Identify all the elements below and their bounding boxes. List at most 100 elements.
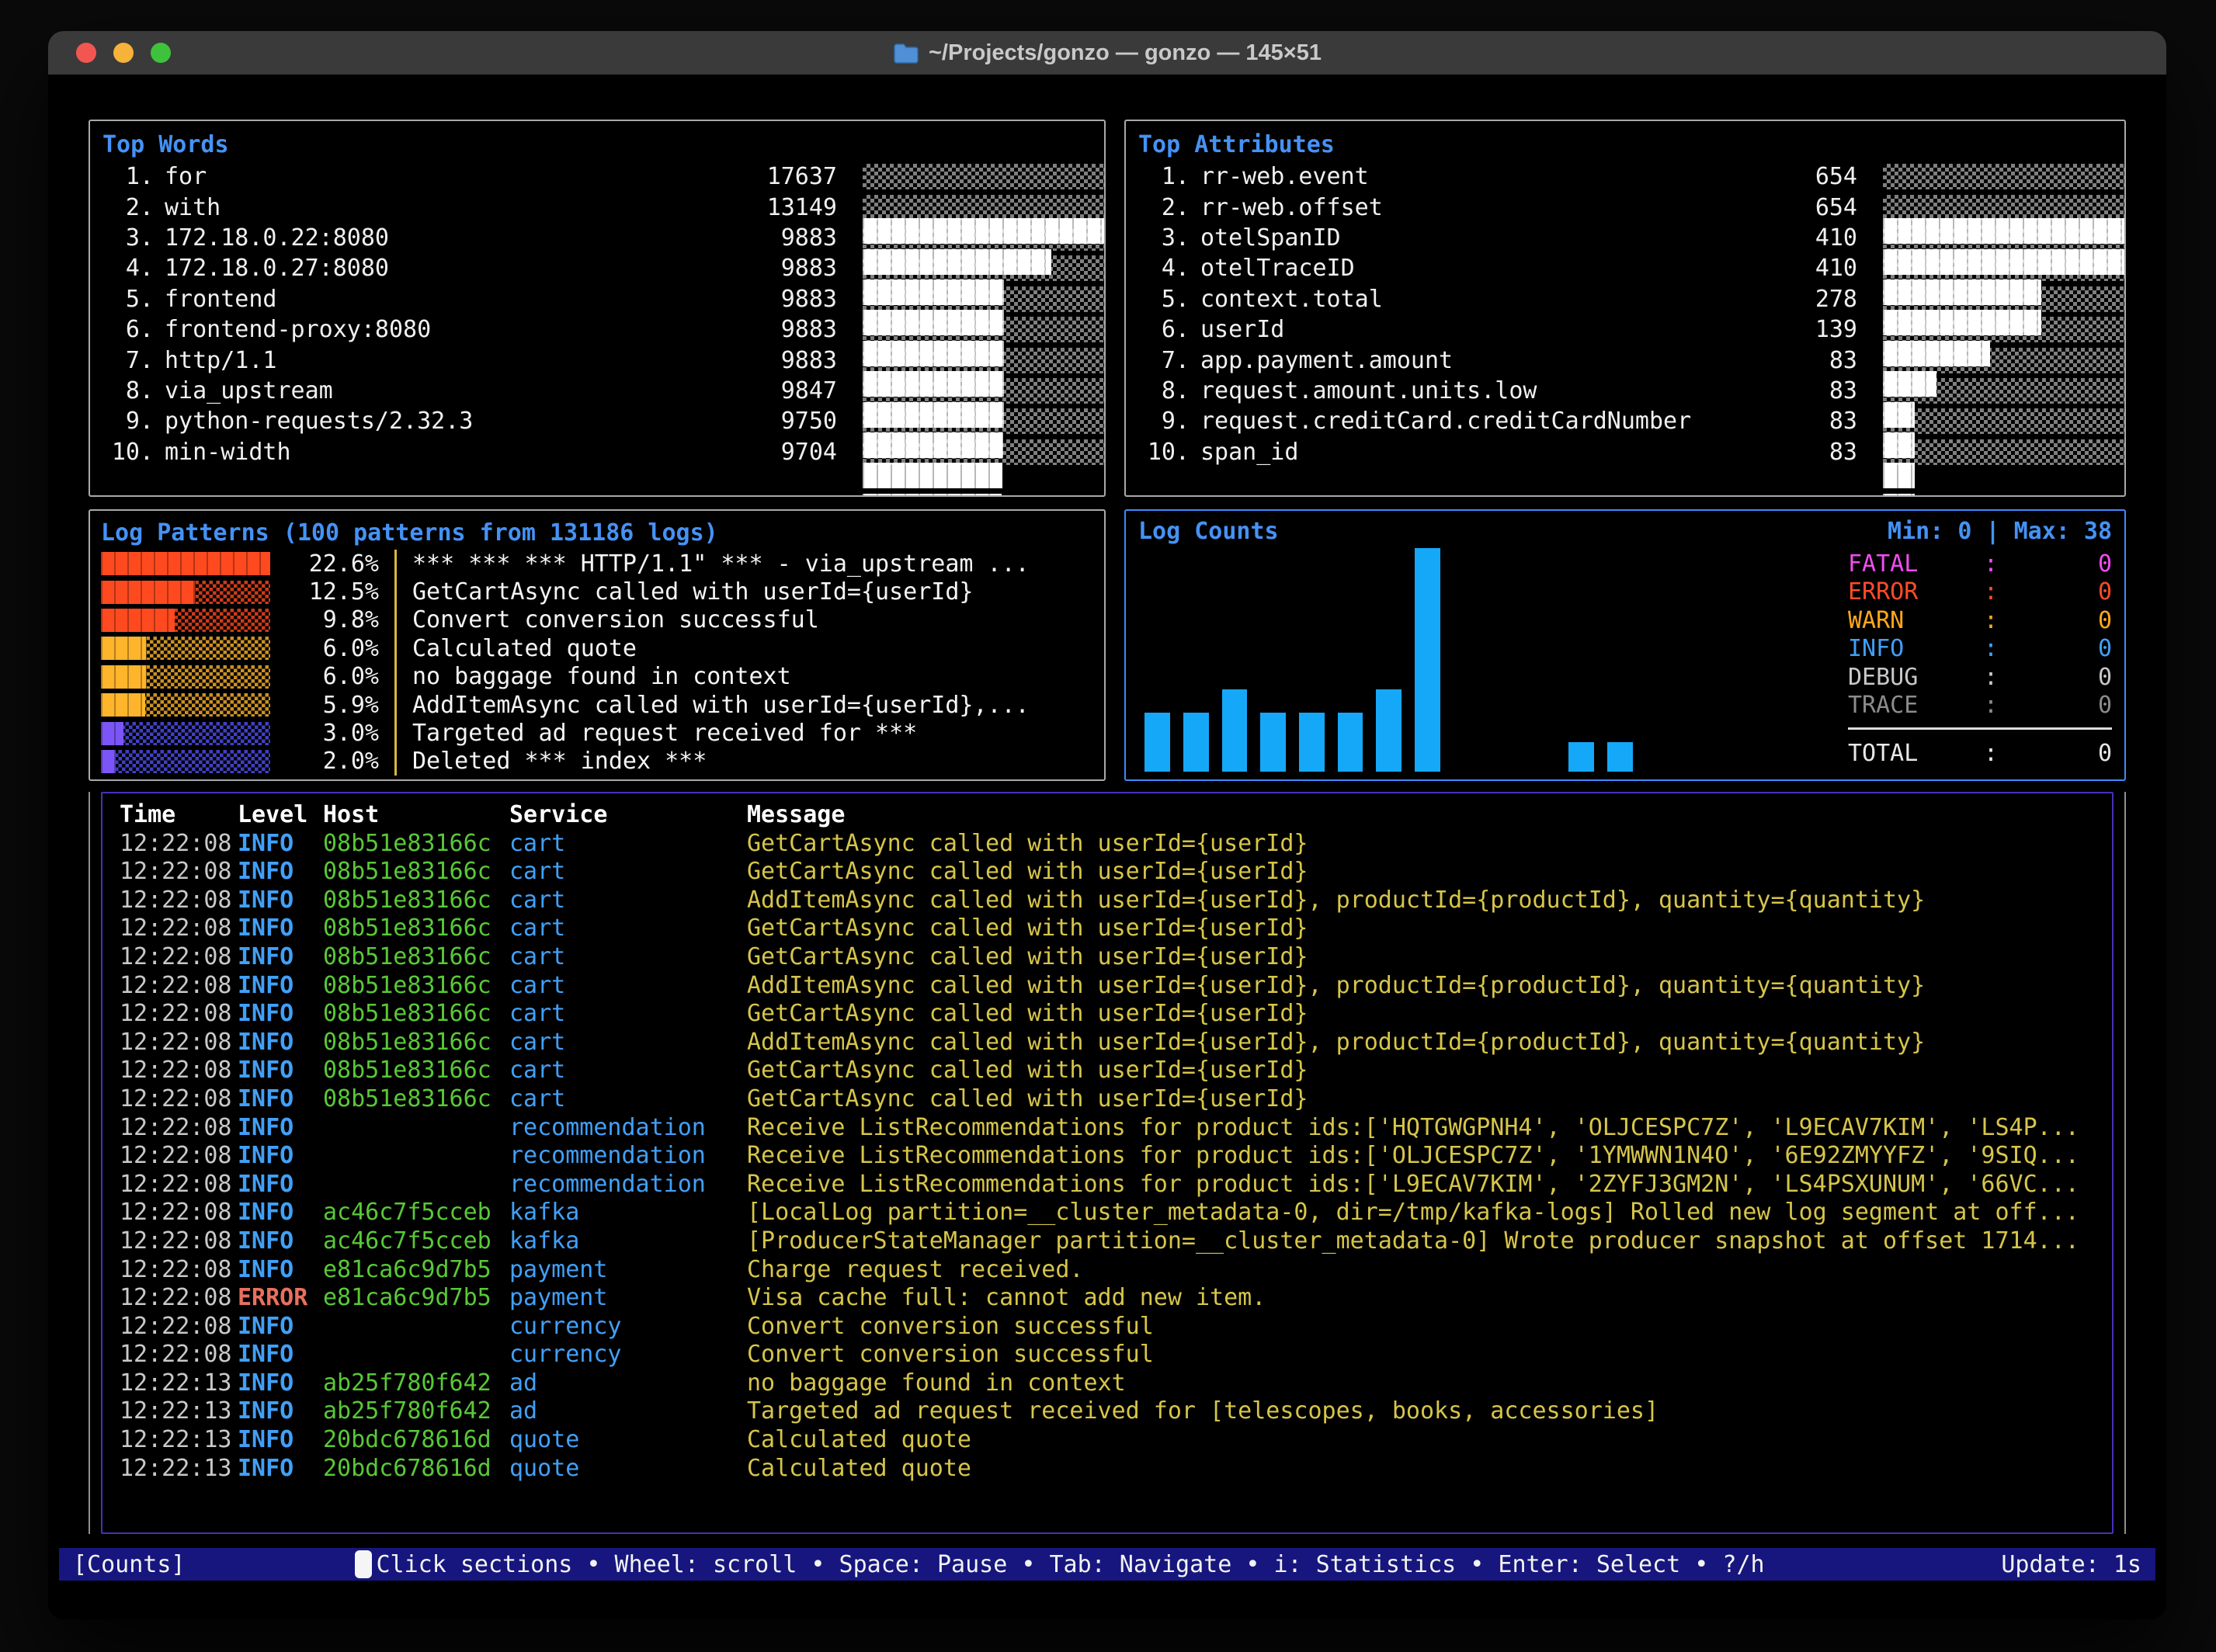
pattern-percent: 2.0%: [270, 748, 394, 775]
log-row[interactable]: 12:22:08 INFO currency Convert conversio…: [120, 1313, 2112, 1341]
chart-bar-slot: [1755, 548, 1794, 772]
log-time: 12:22:08: [120, 1256, 238, 1285]
item-bar: [857, 439, 1092, 465]
pattern-bar-fill: [101, 609, 175, 632]
item-count: 9750: [705, 408, 857, 435]
item-label: context.total: [1200, 286, 1725, 313]
top-words-item: 9. python-requests/2.32.3 9750: [102, 406, 1092, 436]
pattern-percent: 5.9%: [270, 692, 394, 719]
log-row[interactable]: 12:22:08 INFO 08b51e83166c cart GetCartA…: [120, 1000, 2112, 1029]
log-row[interactable]: 12:22:08 INFO currency Convert conversio…: [120, 1341, 2112, 1369]
log-host: 08b51e83166c: [323, 1029, 509, 1057]
legend-colon: :: [1984, 692, 2007, 719]
log-row[interactable]: 12:22:08 INFO 08b51e83166c cart AddItemA…: [120, 887, 2112, 915]
log-row[interactable]: 12:22:08 INFO recommendation Receive Lis…: [120, 1171, 2112, 1199]
log-row[interactable]: 12:22:08 INFO recommendation Receive Lis…: [120, 1114, 2112, 1143]
log-row[interactable]: 12:22:08 INFO ac46c7f5cceb kafka [LocalL…: [120, 1199, 2112, 1227]
log-time: 12:22:08: [120, 1171, 238, 1199]
log-row[interactable]: 12:22:13 INFO 20bdc678616d quote Calcula…: [120, 1455, 2112, 1484]
item-rank: 4.: [102, 255, 154, 282]
pattern-percent: 22.6%: [270, 550, 394, 578]
log-level: INFO: [238, 1227, 323, 1256]
log-service: quote: [509, 1426, 747, 1455]
pattern-row[interactable]: 6.0% Calculated quote: [101, 634, 1093, 662]
chart-bar-slot: [1447, 548, 1485, 772]
top-attributes-item: 2. rr-web.offset 654: [1138, 192, 2112, 222]
log-row[interactable]: 12:22:08 INFO 08b51e83166c cart GetCartA…: [120, 1057, 2112, 1085]
log-host: 08b51e83166c: [323, 1057, 509, 1085]
log-row[interactable]: 12:22:08 INFO e81ca6c9d7b5 payment Charg…: [120, 1256, 2112, 1285]
window-title: ~/Projects/gonzo — gonzo — 145×51: [48, 40, 2166, 66]
log-table-panel[interactable]: Time Level Host Service Message 12:22:08…: [101, 792, 2114, 1534]
log-time: 12:22:08: [120, 1057, 238, 1085]
log-message: GetCartAsync called with userId={userId}: [747, 1085, 2112, 1114]
item-rank: 8.: [1138, 377, 1190, 404]
log-row[interactable]: 12:22:08 ERROR e81ca6c9d7b5 payment Visa…: [120, 1284, 2112, 1313]
legend-colon: :: [1984, 550, 2007, 578]
log-level: INFO: [238, 1057, 323, 1085]
log-row[interactable]: 12:22:08 INFO 08b51e83166c cart GetCartA…: [120, 914, 2112, 943]
log-counts-header: Log Counts Min: 0 | Max: 38: [1138, 515, 2112, 548]
top-attributes-panel[interactable]: Top Attributes 1. rr-web.event 654: [1124, 120, 2126, 497]
log-row[interactable]: 12:22:13 INFO 20bdc678616d quote Calcula…: [120, 1426, 2112, 1455]
pattern-row[interactable]: 2.0% Deleted *** index ***: [101, 748, 1093, 776]
log-row[interactable]: 12:22:13 INFO ab25f780f642 ad Targeted a…: [120, 1397, 2112, 1426]
log-time: 12:22:08: [120, 1313, 238, 1341]
log-row[interactable]: 12:22:13 INFO ab25f780f642 ad no baggage…: [120, 1369, 2112, 1398]
chart-bar: [1376, 689, 1401, 772]
pattern-row[interactable]: 12.5% GetCartAsync called with userId={u…: [101, 578, 1093, 606]
item-count: 410: [1725, 255, 1877, 282]
pattern-row[interactable]: 9.8% Convert conversion successful: [101, 606, 1093, 634]
chart-bar-slot: [1601, 548, 1640, 772]
item-rank: 4.: [1138, 255, 1190, 282]
log-row[interactable]: 12:22:08 INFO 08b51e83166c cart AddItemA…: [120, 972, 2112, 1001]
bar-track: [863, 164, 1106, 189]
log-message: Calculated quote: [747, 1426, 2112, 1455]
pattern-row[interactable]: 5.9% AddItemAsync called with userId={us…: [101, 691, 1093, 719]
log-message: AddItemAsync called with userId={userId}…: [747, 887, 2112, 915]
pattern-row[interactable]: 6.0% no baggage found in context: [101, 663, 1093, 691]
log-row[interactable]: 12:22:08 INFO 08b51e83166c cart AddItemA…: [120, 1029, 2112, 1057]
item-count: 83: [1725, 347, 1877, 374]
log-row[interactable]: 12:22:08 INFO 08b51e83166c cart GetCartA…: [120, 943, 2112, 972]
top-words-item: 3. 172.18.0.22:8080 9883: [102, 223, 1092, 253]
item-count: 83: [1725, 377, 1877, 404]
item-bar: [1877, 286, 2112, 312]
log-level: INFO: [238, 914, 323, 943]
item-rank: 9.: [1138, 408, 1190, 435]
pattern-message: Calculated quote: [412, 635, 637, 662]
item-bar: [857, 408, 1092, 434]
pattern-bar: [101, 637, 270, 660]
log-time: 12:22:08: [120, 1199, 238, 1227]
bar-track: [863, 195, 1106, 220]
log-row[interactable]: 12:22:08 INFO 08b51e83166c cart GetCartA…: [120, 830, 2112, 859]
item-rank: 1.: [102, 163, 154, 190]
total-value: 0: [2007, 740, 2112, 767]
item-count: 17637: [705, 163, 857, 190]
pattern-message: *** *** *** HTTP/1.1" *** - via_upstream…: [412, 550, 1030, 578]
log-row[interactable]: 12:22:08 INFO 08b51e83166c cart GetCartA…: [120, 1085, 2112, 1114]
log-service: kafka: [509, 1199, 747, 1227]
log-host: [323, 1341, 509, 1369]
log-message: GetCartAsync called with userId={userId}: [747, 858, 2112, 887]
item-label: request.amount.units.low: [1200, 377, 1725, 404]
top-words-panel[interactable]: Top Words 1. for 17637: [89, 120, 1106, 497]
pattern-row[interactable]: 22.6% *** *** *** HTTP/1.1" *** - via_up…: [101, 550, 1093, 578]
pattern-row[interactable]: 3.0% Targeted ad request received for **…: [101, 719, 1093, 747]
item-rank: 10.: [102, 439, 154, 466]
log-level: INFO: [238, 1171, 323, 1199]
log-message: Visa cache full: cannot add new item.: [747, 1284, 2112, 1313]
bar-track: [1883, 378, 2126, 404]
log-level: INFO: [238, 1085, 323, 1114]
legend-divider: [1848, 727, 2112, 730]
log-time: 12:22:08: [120, 887, 238, 915]
item-label: frontend-proxy:8080: [165, 316, 705, 343]
log-row[interactable]: 12:22:08 INFO 08b51e83166c cart GetCartA…: [120, 858, 2112, 887]
bar-track: [863, 348, 1106, 373]
item-label: 172.18.0.22:8080: [165, 224, 705, 252]
log-counts-panel[interactable]: Log Counts Min: 0 | Max: 38: [1124, 509, 2126, 781]
log-row[interactable]: 12:22:08 INFO recommendation Receive Lis…: [120, 1142, 2112, 1171]
log-row[interactable]: 12:22:08 INFO ac46c7f5cceb kafka [Produc…: [120, 1227, 2112, 1256]
log-patterns-panel[interactable]: Log Patterns (100 patterns from 131186 l…: [89, 509, 1106, 781]
log-level: INFO: [238, 1313, 323, 1341]
